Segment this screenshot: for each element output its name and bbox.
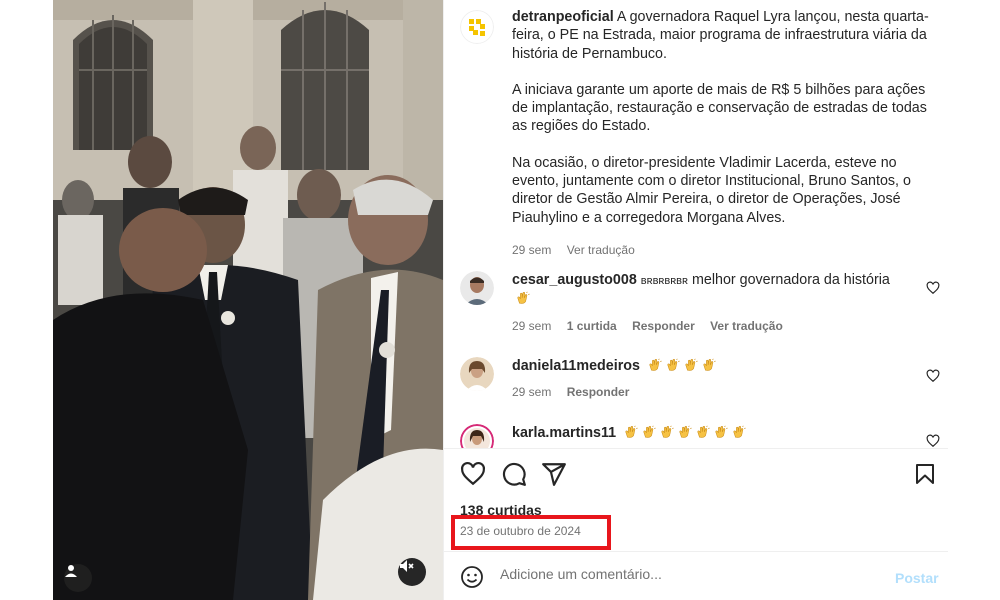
clapping-hands-emoji	[649, 358, 662, 371]
clapping-hands-emoji	[703, 358, 716, 371]
post-caption: detranpeoficial A governadora Raquel Lyr…	[460, 8, 940, 259]
bookmark-icon[interactable]	[913, 461, 937, 487]
caption-paragraph-1: detranpeoficial A governadora Raquel Lyr…	[512, 8, 940, 63]
clapping-hands-emoji	[667, 358, 680, 371]
caption-time[interactable]: 29 sem	[512, 243, 551, 257]
page-margin-right	[948, 0, 1000, 600]
comment-time[interactable]: 29 sem	[512, 385, 551, 399]
clapping-hands-emoji	[733, 425, 746, 438]
clapping-hands-emoji	[715, 425, 728, 438]
comment-time[interactable]: 29 sem	[512, 319, 551, 333]
heart-icon[interactable]	[926, 281, 940, 295]
muted-speaker-icon	[400, 560, 414, 572]
caption-translate-link[interactable]: Ver tradução	[567, 243, 635, 257]
comment-username[interactable]: karla.martins11	[512, 425, 616, 441]
comment-text: melhor governadora da história	[691, 272, 890, 288]
comment-username[interactable]: cesar_augusto008	[512, 272, 637, 288]
comment-meta: 29 sem 1 curtida Responder Ver tradução	[512, 317, 912, 335]
comment-item: karla.martins11	[460, 424, 940, 448]
caption-text: detranpeoficial A governadora Raquel Lyr…	[512, 8, 940, 259]
comment-reply-link[interactable]: Responder	[632, 319, 695, 333]
comment-translate-link[interactable]: Ver tradução	[710, 319, 783, 333]
caption-paragraph-3: Na ocasião, o diretor-presidente Vladimi…	[512, 154, 911, 226]
clapping-hands-emoji	[697, 425, 710, 438]
heart-icon[interactable]	[926, 369, 940, 383]
heart-icon[interactable]	[460, 461, 486, 487]
comment-prefix: ʙʀʙʀʙʀʙʀ	[640, 275, 688, 287]
share-icon[interactable]	[541, 461, 567, 487]
heart-icon[interactable]	[926, 434, 940, 448]
detran-logo-avatar[interactable]	[460, 10, 494, 44]
comment-item: cesar_augusto008 ʙʀʙʀʙʀʙʀ melhor governa…	[460, 271, 940, 335]
date-highlight-box	[451, 515, 611, 550]
emoji-icon[interactable]	[460, 565, 484, 589]
clapping-hands-emoji	[661, 425, 674, 438]
clapping-hands-emoji	[625, 425, 638, 438]
comment-username[interactable]: daniela11medeiros	[512, 358, 640, 374]
comment-claps	[512, 291, 530, 307]
comment-icon[interactable]	[501, 461, 527, 487]
caption-paragraph-2: A iniciava garante um aporte de mais de …	[512, 81, 927, 135]
post-media[interactable]	[53, 0, 443, 600]
comment-likes-count[interactable]: 1 curtida	[567, 319, 617, 333]
caption-meta: 29 sem Ver tradução	[512, 241, 940, 259]
post-username[interactable]: detranpeoficial	[512, 9, 614, 25]
comment-composer: Postar	[444, 551, 949, 600]
mute-button[interactable]	[398, 558, 426, 586]
post-details-panel: detranpeoficial A governadora Raquel Lyr…	[443, 0, 949, 600]
comment-body: karla.martins11	[512, 424, 912, 448]
post-comment-button[interactable]: Postar	[895, 570, 939, 586]
comment-item: daniela11medeiros 29 sem Responder	[460, 357, 940, 402]
comment-claps	[644, 358, 716, 374]
clapping-hands-emoji	[643, 425, 656, 438]
comment-avatar-story-ring[interactable]	[460, 424, 494, 448]
post-actions: 138 curtidas 23 de outubro de 2024	[444, 448, 949, 550]
comment-body: cesar_augusto008 ʙʀʙʀʙʀʙʀ melhor governa…	[512, 271, 912, 335]
clapping-hands-emoji	[685, 358, 698, 371]
comment-input[interactable]	[500, 566, 880, 582]
tagged-users-button[interactable]	[64, 564, 92, 592]
comment-reply-link[interactable]: Responder	[567, 385, 630, 399]
comment-claps	[620, 425, 746, 441]
comment-avatar[interactable]	[460, 357, 494, 391]
clapping-hands-emoji	[517, 291, 530, 305]
comment-avatar[interactable]	[460, 271, 494, 305]
page-margin-left	[0, 0, 53, 600]
person-icon	[65, 565, 77, 577]
comment-body: daniela11medeiros 29 sem Responder	[512, 357, 912, 402]
comment-meta: 29 sem Responder	[512, 383, 912, 401]
post-photo	[53, 0, 443, 600]
comments-scroll-area[interactable]: detranpeoficial A governadora Raquel Lyr…	[444, 0, 949, 448]
clapping-hands-emoji	[679, 425, 692, 438]
